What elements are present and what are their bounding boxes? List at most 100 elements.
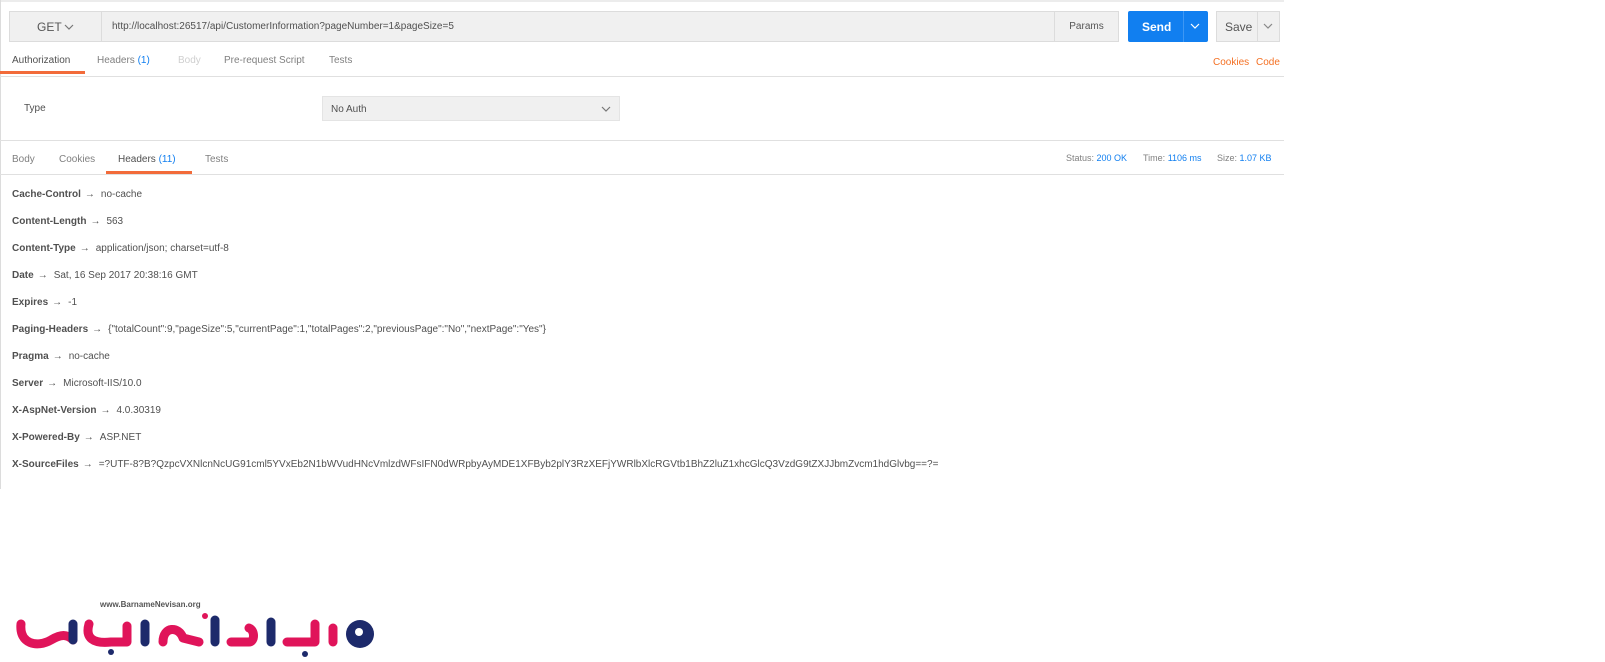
- size-label: Size:: [1217, 153, 1238, 163]
- header-value: =?UTF-8?B?QzpcVXNlcnNcUG91cml5YVxEb2N1bW…: [98, 459, 939, 470]
- arrow-icon: →: [79, 243, 90, 254]
- logo-mark-icon: [16, 613, 374, 657]
- header-value: no-cache: [100, 189, 143, 200]
- postman-window: GET Params Send Save Authorization Heade…: [0, 0, 1284, 489]
- header-row: Date → Sat, 16 Sep 2017 20:38:16 GMT: [12, 270, 198, 281]
- size-value: 1.07 KB: [1239, 153, 1272, 163]
- active-tab-indicator: [0, 71, 85, 74]
- header-value: Sat, 16 Sep 2017 20:38:16 GMT: [53, 270, 198, 281]
- header-value: -1: [68, 297, 78, 308]
- arrow-icon: →: [84, 189, 95, 200]
- barnamenevisan-logo: www.BarnameNevisan.org: [15, 600, 385, 662]
- tab-body[interactable]: Body: [178, 55, 201, 66]
- header-value: no-cache: [68, 351, 110, 362]
- header-row: Expires → -1: [12, 297, 77, 308]
- section-divider: [0, 140, 1284, 141]
- header-value: 4.0.30319: [116, 405, 161, 416]
- time-info: Time: 1106 ms: [1143, 153, 1202, 163]
- tab-label: Tests: [205, 154, 229, 165]
- time-label: Time:: [1143, 153, 1166, 163]
- tab-label: Pre-request Script: [224, 55, 305, 66]
- header-row: Pragma → no-cache: [12, 351, 110, 362]
- arrow-icon: →: [37, 270, 48, 281]
- tab-tests[interactable]: Tests: [329, 55, 352, 66]
- arrow-icon: →: [90, 216, 101, 227]
- tab-response-cookies[interactable]: Cookies: [59, 154, 95, 165]
- arrow-icon: →: [47, 378, 58, 389]
- status-info: Status: 200 OK: [1066, 153, 1127, 163]
- header-value: {"totalCount":9,"pageSize":5,"currentPag…: [108, 324, 546, 335]
- send-options-chevron-icon[interactable]: [1190, 21, 1200, 31]
- arrow-icon: →: [83, 432, 94, 443]
- header-value: 563: [106, 216, 124, 227]
- header-key: Pragma: [12, 351, 49, 362]
- method-select[interactable]: GET: [9, 11, 101, 42]
- tab-response-tests[interactable]: Tests: [205, 154, 228, 165]
- save-divider: [1257, 12, 1258, 41]
- params-label: Params: [1069, 21, 1104, 32]
- header-key: X-Powered-By: [12, 432, 80, 443]
- header-value: Microsoft-IIS/10.0: [63, 378, 142, 389]
- tab-label: Authorization: [12, 55, 71, 66]
- method-label: GET: [37, 19, 62, 34]
- arrow-icon: →: [82, 459, 93, 470]
- send-label: Send: [1142, 20, 1172, 34]
- auth-type-label: Type: [24, 103, 46, 114]
- time-value: 1106 ms: [1167, 153, 1202, 163]
- tab-pre-request-script[interactable]: Pre-request Script: [224, 55, 305, 66]
- header-key: Expires: [12, 297, 49, 308]
- chevron-down-icon: [64, 24, 74, 30]
- arrow-icon: →: [92, 324, 103, 335]
- logo-url-text: www.BarnameNevisan.org: [100, 600, 201, 609]
- arrow-icon: →: [52, 351, 63, 362]
- header-row: X-Powered-By → ASP.NET: [12, 432, 141, 443]
- header-key: Content-Type: [12, 243, 76, 254]
- send-button[interactable]: Send: [1128, 11, 1208, 42]
- cookies-link[interactable]: Cookies: [1213, 57, 1249, 68]
- tab-response-headers[interactable]: Headers (11): [118, 154, 176, 165]
- request-tabs: Authorization Headers (1) Body Pre-reque…: [0, 49, 1284, 77]
- tab-label: Tests: [329, 55, 353, 66]
- tab-label: Body: [12, 154, 35, 165]
- header-key: X-AspNet-Version: [12, 405, 97, 416]
- tab-label: Headers: [97, 55, 135, 66]
- tab-authorization[interactable]: Authorization: [12, 55, 70, 66]
- header-row: Paging-Headers → {"totalCount":9,"pageSize…: [12, 324, 546, 335]
- tab-label: Body: [178, 55, 201, 66]
- tab-response-body[interactable]: Body: [12, 154, 35, 165]
- save-button[interactable]: Save: [1216, 11, 1280, 42]
- header-value: ASP.NET: [99, 432, 142, 443]
- code-link[interactable]: Code: [1256, 57, 1280, 68]
- tab-label: Headers: [118, 154, 156, 165]
- status-value: 200 OK: [1096, 153, 1128, 163]
- header-row: Cache-Control → no-cache: [12, 189, 142, 200]
- auth-type-value: No Auth: [331, 104, 367, 115]
- header-key: X-SourceFiles: [12, 459, 79, 470]
- header-key: Paging-Headers: [12, 324, 89, 335]
- chevron-down-icon: [601, 106, 611, 112]
- save-options-chevron-icon[interactable]: [1263, 21, 1273, 31]
- header-row: X-AspNet-Version → 4.0.30319: [12, 405, 161, 416]
- tab-label: Cookies: [59, 154, 96, 165]
- status-label: Status:: [1066, 153, 1095, 163]
- header-value: application/json; charset=utf-8: [95, 243, 229, 254]
- header-key: Date: [12, 270, 34, 281]
- tab-count: (11): [158, 154, 176, 165]
- save-label: Save: [1225, 20, 1253, 34]
- header-row: Content-Type → application/json; charset=u…: [12, 243, 229, 254]
- params-button[interactable]: Params: [1054, 11, 1119, 42]
- header-key: Server: [12, 378, 44, 389]
- active-tab-indicator: [106, 171, 192, 174]
- tab-count: (1): [137, 55, 150, 66]
- header-key: Cache-Control: [12, 189, 81, 200]
- size-info: Size: 1.07 KB: [1217, 153, 1272, 163]
- header-row: X-SourceFiles → =?UTF-8?B?QzpcVXNlcnNcUG91…: [12, 459, 938, 470]
- top-border: [0, 0, 1284, 2]
- send-divider: [1183, 11, 1184, 42]
- url-input[interactable]: [101, 11, 1055, 42]
- arrow-icon: →: [100, 405, 111, 416]
- auth-type-select[interactable]: No Auth: [322, 96, 620, 121]
- header-row: Server → Microsoft-IIS/10.0: [12, 378, 142, 389]
- tab-headers[interactable]: Headers (1): [97, 55, 150, 66]
- header-row: Content-Length → 563: [12, 216, 123, 227]
